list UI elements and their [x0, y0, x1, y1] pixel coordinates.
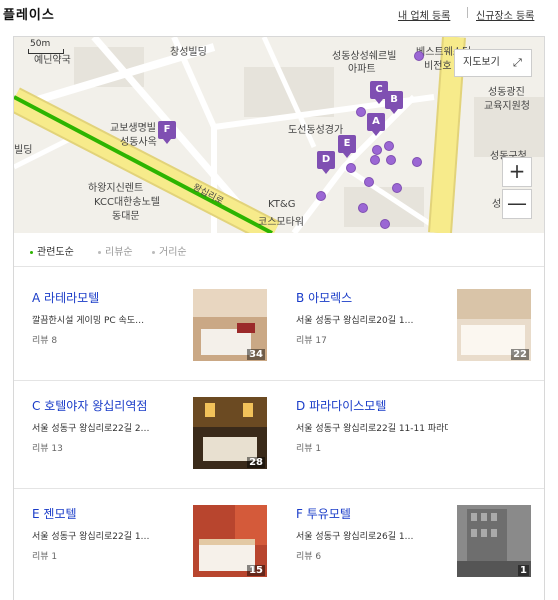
map-label: 성	[492, 199, 502, 210]
place-dot[interactable]	[372, 145, 382, 155]
map-label: 예닌약국	[34, 55, 71, 66]
sort-relevance[interactable]: 관련도순	[30, 243, 74, 258]
map-label: 하왕지신렌트	[88, 183, 144, 194]
map-label: 교보생명빌	[110, 123, 156, 134]
map-marker-e[interactable]: E	[338, 135, 356, 158]
place-dot[interactable]	[364, 177, 374, 187]
sort-distance[interactable]: 거리순	[152, 243, 187, 258]
place-name-link[interactable]: B 아모렉스	[296, 289, 352, 306]
review-count[interactable]: 리뷰 8	[32, 333, 57, 346]
map-label: 빌딩	[14, 145, 33, 156]
divider	[14, 488, 544, 489]
place-thumbnail[interactable]: 1	[457, 505, 531, 577]
map-marker-d[interactable]: D	[317, 151, 335, 174]
place-name-link[interactable]: A 라테라모텔	[32, 289, 99, 306]
place-thumbnail[interactable]: 28	[193, 397, 267, 469]
sort-bar: 관련도순 리뷰순 거리순	[14, 233, 544, 267]
place-dot[interactable]	[412, 157, 422, 167]
zoom-in-button[interactable]: +	[502, 157, 532, 187]
map-label: 성동사옥	[120, 137, 157, 148]
place-thumbnail[interactable]: 34	[193, 289, 267, 361]
photo-count: 1	[518, 565, 529, 576]
map-label: 아파트	[348, 64, 376, 75]
map-label: KCC대한송노텔	[94, 197, 160, 208]
new-place-link[interactable]: 신규장소 등록	[476, 7, 534, 22]
map-label: 도선동성경가	[288, 125, 344, 136]
map-label: 비전호	[424, 61, 452, 72]
place-dot[interactable]	[392, 183, 402, 193]
place-panel: 50m 예닌약국 창성빌딩 성동상성쉐르빌 아파트 베스트웨스턴 비전호 교보생…	[13, 36, 545, 600]
map-marker-a[interactable]: A	[367, 113, 385, 136]
place-dot[interactable]	[356, 107, 366, 117]
place-dot[interactable]	[414, 51, 424, 61]
place-dot[interactable]	[384, 141, 394, 151]
list-item[interactable]: F 투유모텔 서울 성동구 왕십리로26길 1… 리뷰 6 1	[296, 505, 556, 600]
place-name-link[interactable]: D 파라다이스모텔	[296, 397, 386, 414]
place-dot[interactable]	[346, 163, 356, 173]
photo-count: 34	[247, 349, 265, 360]
place-name-link[interactable]: F 투유모텔	[296, 505, 351, 522]
map-view-button[interactable]: 지도보기 ⤢	[454, 49, 532, 77]
scale-label: 50m	[30, 39, 51, 49]
place-address: 깔끔한시설 게이밍 PC 속도…	[32, 316, 145, 326]
map-marker-b[interactable]: B	[385, 91, 403, 114]
place-address: 서울 성동구 왕십리로22길 2…	[32, 424, 150, 434]
place-name-link[interactable]: E 젠모텔	[32, 505, 77, 522]
map-marker-f[interactable]: F	[158, 121, 176, 144]
place-thumbnail[interactable]: 15	[193, 505, 267, 577]
map-label: 동대문	[112, 211, 140, 222]
place-address: 서울 성동구 왕십리로22길 11-11 파라다이스…	[296, 424, 448, 434]
place-dot[interactable]	[380, 219, 390, 229]
photo-count: 22	[511, 349, 529, 360]
place-address: 서울 성동구 왕십리로20길 1…	[296, 316, 414, 326]
section-title: 플레이스	[3, 8, 55, 23]
header: 플레이스 내 업체 등록 신규장소 등록	[0, 0, 558, 28]
place-thumbnail[interactable]: 22	[457, 289, 531, 361]
review-count[interactable]: 리뷰 1	[32, 549, 57, 562]
map-view-label: 지도보기	[463, 57, 500, 68]
place-name-link[interactable]: C 호텔야자 왕십리역점	[32, 397, 147, 414]
list-item[interactable]: E 젠모텔 서울 성동구 왕십리로22길 1… 리뷰 1 15	[32, 505, 292, 600]
divider	[14, 380, 544, 381]
register-business-link[interactable]: 내 업체 등록	[398, 7, 450, 22]
map-label: 교육지원청	[484, 101, 530, 112]
expand-icon: ⤢	[513, 56, 522, 69]
map-label: KT&G	[268, 199, 296, 210]
review-count[interactable]: 리뷰 1	[296, 441, 321, 454]
sort-review[interactable]: 리뷰순	[98, 243, 133, 258]
map-label: 창성빌딩	[170, 47, 207, 58]
photo-count: 28	[247, 457, 265, 468]
review-count[interactable]: 리뷰 13	[32, 441, 63, 454]
place-dot[interactable]	[370, 155, 380, 165]
place-dot[interactable]	[316, 191, 326, 201]
place-dot[interactable]	[386, 155, 396, 165]
map[interactable]: 50m 예닌약국 창성빌딩 성동상성쉐르빌 아파트 베스트웨스턴 비전호 교보생…	[14, 37, 544, 233]
review-count[interactable]: 리뷰 6	[296, 549, 321, 562]
map-label: 성동광진	[488, 87, 525, 98]
place-address: 서울 성동구 왕십리로22길 1…	[32, 532, 150, 542]
place-dot[interactable]	[358, 203, 368, 213]
map-label: 코스모타워	[258, 217, 304, 228]
divider	[467, 7, 468, 18]
review-count[interactable]: 리뷰 17	[296, 333, 327, 346]
place-address: 서울 성동구 왕십리로26길 1…	[296, 532, 414, 542]
photo-count: 15	[247, 565, 265, 576]
zoom-out-button[interactable]: —	[502, 189, 532, 219]
